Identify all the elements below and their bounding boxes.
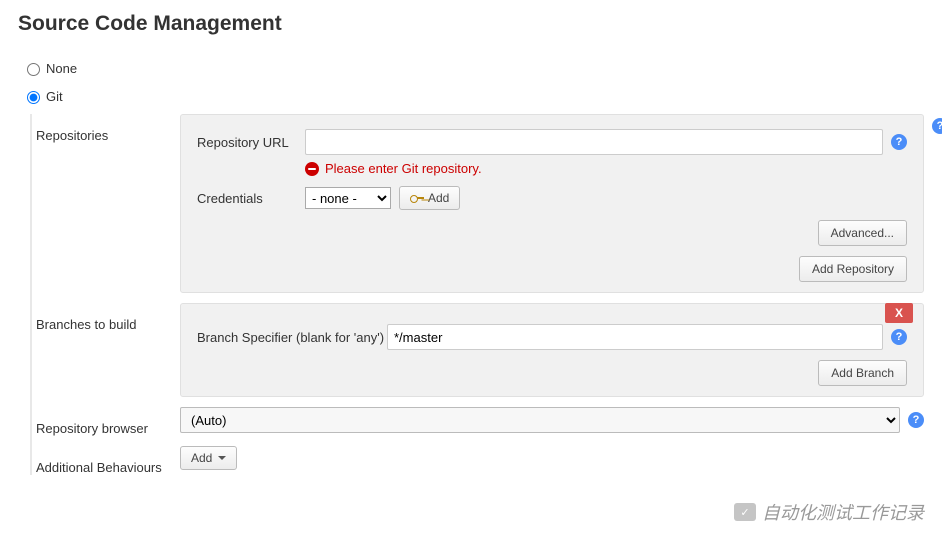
watermark: ✓ 自动化测试工作记录: [734, 499, 924, 525]
scm-git-label: Git: [46, 89, 63, 104]
credentials-select[interactable]: - none -: [305, 187, 391, 209]
repository-panel: Repository URL ? Please enter Git reposi…: [180, 114, 924, 293]
add-behaviour-label: Add: [191, 451, 212, 465]
repo-url-error: Please enter Git repository.: [305, 161, 907, 176]
add-credentials-label: Add: [428, 191, 449, 205]
branch-specifier-label: Branch Specifier (blank for 'any'): [197, 330, 387, 345]
add-branch-button[interactable]: Add Branch: [818, 360, 907, 386]
add-behaviour-button[interactable]: Add: [180, 446, 237, 470]
chevron-down-icon: [218, 456, 226, 460]
scm-none-radio[interactable]: [27, 63, 40, 76]
help-icon[interactable]: ?: [891, 329, 907, 345]
behaviours-section-label: Additional Behaviours: [32, 446, 180, 475]
error-icon: [305, 162, 319, 176]
watermark-text: 自动化测试工作记录: [762, 499, 924, 525]
branch-specifier-input[interactable]: [387, 324, 883, 350]
scm-git-radio[interactable]: [27, 91, 40, 104]
delete-branch-button[interactable]: X: [885, 303, 913, 323]
key-icon: [410, 193, 424, 203]
branch-panel: X Branch Specifier (blank for 'any') ? A…: [180, 303, 924, 397]
add-repository-button[interactable]: Add Repository: [799, 256, 907, 282]
add-credentials-button[interactable]: Add: [399, 186, 460, 210]
help-icon[interactable]: ?: [908, 412, 924, 428]
repositories-section-label: Repositories: [32, 114, 180, 143]
error-text: Please enter Git repository.: [325, 161, 482, 176]
scm-none-label: None: [46, 61, 77, 76]
repository-browser-select[interactable]: (Auto): [180, 407, 900, 433]
help-icon[interactable]: ?: [891, 134, 907, 150]
browser-section-label: Repository browser: [32, 407, 180, 436]
advanced-button[interactable]: Advanced...: [818, 220, 907, 246]
wechat-icon: ✓: [734, 503, 756, 521]
repo-url-label: Repository URL: [197, 135, 305, 150]
repo-url-input[interactable]: [305, 129, 883, 155]
credentials-label: Credentials: [197, 191, 305, 206]
help-icon[interactable]: ?: [932, 118, 942, 134]
branches-section-label: Branches to build: [32, 303, 180, 332]
page-title: Source Code Management: [18, 12, 924, 36]
